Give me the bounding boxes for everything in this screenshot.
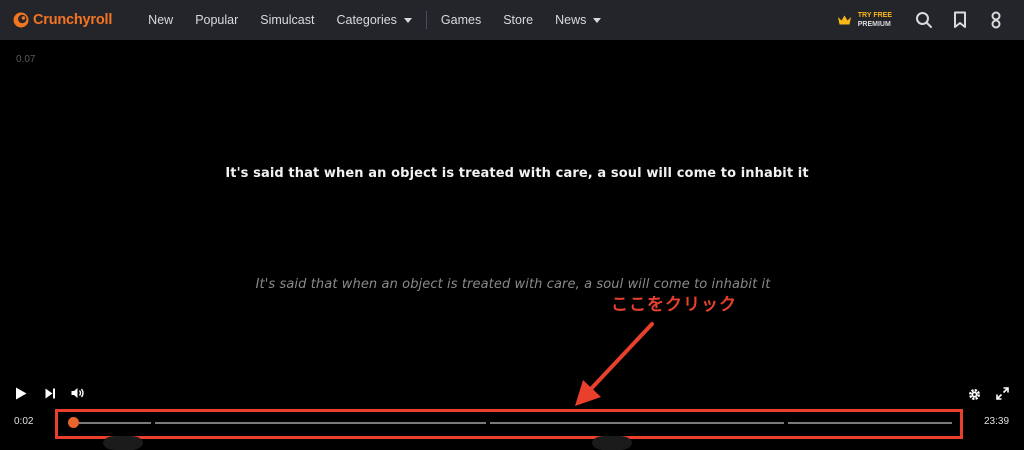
account-button[interactable] bbox=[978, 0, 1014, 40]
annotation-arrow bbox=[575, 322, 654, 406]
nav-news-dropdown[interactable]: News bbox=[544, 0, 612, 40]
next-episode-button[interactable] bbox=[43, 387, 57, 399]
volume-icon bbox=[71, 388, 84, 398]
chevron-down-icon bbox=[593, 18, 602, 23]
try-free-premium-button[interactable]: TRY FREE PREMIUM bbox=[837, 11, 892, 29]
settings-icon bbox=[968, 388, 980, 400]
fullscreen-button[interactable] bbox=[994, 385, 1010, 401]
current-time: 0:02 bbox=[14, 416, 34, 427]
duration: 23:39 bbox=[984, 416, 1010, 427]
crunchyroll-logo-icon bbox=[13, 12, 29, 28]
crown-icon bbox=[837, 15, 851, 25]
try-free-label: TRY FREE bbox=[857, 12, 892, 19]
bookmark-icon bbox=[954, 11, 966, 28]
search-icon bbox=[916, 12, 932, 28]
top-navbar: Crunchyroll New Popular Simulcast Catego… bbox=[0, 0, 1024, 40]
play-button[interactable] bbox=[14, 386, 28, 400]
volume-button[interactable] bbox=[70, 386, 86, 400]
nav-games[interactable]: Games bbox=[430, 0, 492, 40]
premium-label: PREMIUM bbox=[857, 21, 891, 28]
nav-simulcast[interactable]: Simulcast bbox=[249, 0, 325, 40]
annotation-label: ここをクリック bbox=[611, 295, 737, 315]
annotation-highlight-box bbox=[55, 409, 963, 439]
settings-button[interactable] bbox=[966, 386, 982, 402]
next-icon bbox=[45, 388, 55, 398]
crunchyroll-logo[interactable]: Crunchyroll bbox=[13, 0, 112, 40]
nav-categories-dropdown[interactable]: Categories bbox=[325, 0, 422, 40]
fullscreen-icon bbox=[995, 386, 1009, 400]
bottom-shadow-shape bbox=[592, 436, 632, 450]
chevron-down-icon bbox=[403, 18, 412, 23]
nav-popular[interactable]: Popular bbox=[184, 0, 249, 40]
subtitle-secondary: It's said that when an object is treated… bbox=[255, 277, 771, 292]
nav-new[interactable]: New bbox=[137, 0, 184, 40]
bottom-shadow-shape bbox=[103, 436, 143, 450]
search-button[interactable] bbox=[906, 0, 942, 40]
brand-name: Crunchyroll bbox=[33, 12, 113, 28]
watchlist-button[interactable] bbox=[942, 0, 978, 40]
play-icon bbox=[16, 387, 27, 399]
user-icon bbox=[991, 11, 1001, 29]
player-version-label: 0.07 bbox=[16, 54, 36, 65]
subtitle-primary: It's said that when an object is treated… bbox=[225, 166, 809, 181]
nav-divider bbox=[425, 11, 427, 29]
nav-store[interactable]: Store bbox=[492, 0, 544, 40]
